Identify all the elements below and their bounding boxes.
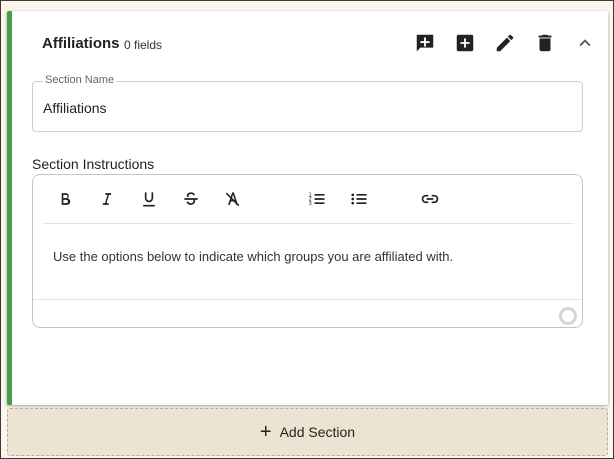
plus-icon: + xyxy=(259,421,272,443)
add-section-label: Add Section xyxy=(279,424,356,440)
bold-icon[interactable] xyxy=(53,187,77,211)
edit-icon[interactable] xyxy=(493,31,517,55)
underline-icon[interactable] xyxy=(137,187,161,211)
link-icon[interactable] xyxy=(418,187,442,211)
rich-text-editor: 123 Use the options below to indicate wh… xyxy=(32,174,583,328)
editor-content[interactable]: Use the options below to indicate which … xyxy=(53,249,453,264)
italic-icon[interactable] xyxy=(95,187,119,211)
section-name-input[interactable] xyxy=(43,100,563,116)
clear-format-icon[interactable] xyxy=(221,187,245,211)
editor-toolbar: 123 xyxy=(43,175,574,224)
section-instructions-label: Section Instructions xyxy=(32,156,155,172)
section-name-field: Section Name xyxy=(32,74,583,132)
loading-spinner-icon xyxy=(559,307,577,325)
section-title: Affiliations xyxy=(42,35,120,52)
section-header[interactable]: Affiliations 0 fields xyxy=(12,11,608,73)
add-section-button[interactable]: + Add Section xyxy=(7,408,608,456)
bulleted-list-icon[interactable] xyxy=(347,187,371,211)
add-box-icon[interactable] xyxy=(453,31,477,55)
chevron-up-icon[interactable] xyxy=(573,31,597,55)
section-card: Affiliations 0 fields Section Name Secti… xyxy=(7,11,608,405)
numbered-list-icon[interactable]: 123 xyxy=(305,187,329,211)
svg-text:3: 3 xyxy=(309,201,312,207)
field-count: 0 fields xyxy=(124,38,163,52)
strikethrough-icon[interactable] xyxy=(179,187,203,211)
add-comment-icon[interactable] xyxy=(413,31,437,55)
editor-footer xyxy=(33,299,582,328)
section-name-label: Section Name xyxy=(43,74,117,86)
delete-icon[interactable] xyxy=(533,31,557,55)
